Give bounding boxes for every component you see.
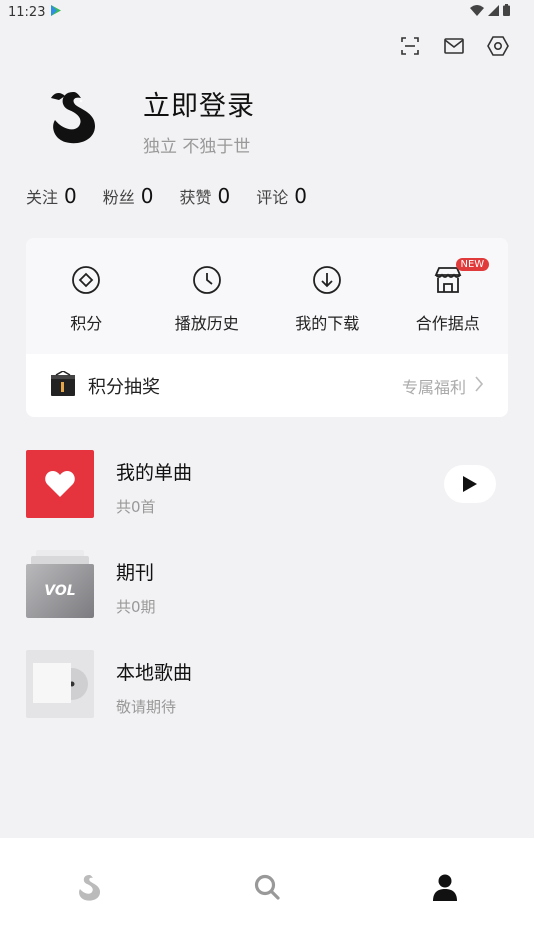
quick-action-label: 合作据点 — [415, 314, 480, 333]
stat-label: 粉丝 — [102, 188, 135, 207]
list-item-subtitle: 共0首 — [116, 498, 156, 516]
quick-action-downloads[interactable]: 我的下载 — [267, 238, 388, 354]
stat-fans[interactable]: 粉丝 0 — [103, 184, 154, 208]
list-item-subtitle: 共0期 — [116, 598, 156, 616]
stat-comments[interactable]: 评论 0 — [256, 184, 307, 208]
mail-icon[interactable] — [442, 34, 466, 58]
stat-value: 0 — [140, 184, 154, 208]
vinyl-record-icon — [33, 663, 88, 703]
quick-action-label: 积分 — [70, 314, 103, 333]
new-badge: NEW — [455, 258, 490, 271]
profile-icon — [433, 874, 457, 901]
quick-action-label: 我的下载 — [295, 314, 360, 333]
bottom-nav — [0, 838, 534, 949]
stat-label: 评论 — [256, 188, 289, 207]
quick-action-partners[interactable]: NEW 合作据点 — [388, 238, 509, 354]
lottery-row[interactable]: 积分抽奖 专属福利 — [26, 354, 508, 417]
battery-icon — [503, 4, 510, 20]
stat-label: 获赞 — [179, 188, 212, 207]
list-item-periodicals[interactable]: VOL 期刊 共0期 — [26, 550, 508, 650]
swan-logo-icon — [51, 92, 95, 144]
list-item-title: 我的单曲 — [116, 462, 193, 484]
stat-label: 关注 — [26, 188, 59, 207]
home-swan-icon — [79, 874, 100, 901]
library-list: 我的单曲 共0首 VOL 期刊 共0期 本地歌曲 敬请期待 — [26, 450, 508, 750]
quick-actions-card: 积分 播放历史 我的下载 NEW 合作据点 积分抽奖 专属福利 — [26, 238, 508, 417]
chevron-right-icon — [474, 375, 484, 396]
vol-label: VOL — [44, 583, 76, 599]
nav-tab-search[interactable] — [178, 838, 356, 949]
lottery-benefit-text: 专属福利 — [401, 377, 466, 397]
nav-tab-home[interactable] — [0, 838, 178, 949]
scan-icon[interactable] — [398, 34, 422, 58]
stats-row: 关注 0 粉丝 0 获赞 0 评论 0 — [26, 184, 307, 208]
slogan-text: 独立 不独于世 — [143, 137, 251, 157]
lottery-label: 积分抽奖 — [88, 376, 160, 398]
play-button[interactable] — [444, 465, 496, 503]
play-store-icon — [51, 4, 62, 20]
stat-value: 0 — [64, 184, 77, 208]
list-item-title: 期刊 — [116, 562, 155, 584]
stat-likes[interactable]: 获赞 0 — [180, 184, 231, 208]
heart-icon — [45, 471, 75, 497]
list-item-title: 本地歌曲 — [116, 662, 193, 684]
download-icon — [311, 264, 343, 296]
gift-box-icon — [50, 369, 76, 401]
top-actions — [398, 34, 510, 58]
quick-action-label: 播放历史 — [174, 314, 239, 333]
search-icon — [254, 874, 280, 900]
status-bar: 11:23 — [0, 0, 534, 24]
quick-action-history[interactable]: 播放历史 — [147, 238, 268, 354]
list-item-local-songs[interactable]: 本地歌曲 敬请期待 — [26, 650, 508, 750]
profile-section: 立即登录 独立 不独于世 — [26, 70, 506, 170]
points-icon — [70, 264, 102, 296]
avatar[interactable] — [26, 70, 120, 164]
singles-thumb — [26, 450, 94, 518]
stat-following[interactable]: 关注 0 — [26, 184, 77, 208]
play-icon — [463, 476, 477, 492]
nav-tab-profile[interactable] — [356, 838, 534, 949]
quick-actions-row: 积分 播放历史 我的下载 NEW 合作据点 — [26, 238, 508, 354]
signal-icon — [488, 4, 499, 20]
stat-value: 0 — [294, 184, 307, 208]
list-item-singles[interactable]: 我的单曲 共0首 — [26, 450, 508, 550]
local-songs-thumb — [26, 650, 94, 718]
wifi-icon — [470, 4, 484, 20]
history-icon — [191, 264, 223, 296]
settings-icon[interactable] — [486, 34, 510, 58]
status-time: 11:23 — [8, 4, 46, 20]
quick-action-points[interactable]: 积分 — [26, 238, 147, 354]
list-item-subtitle: 敬请期待 — [116, 698, 177, 716]
periodicals-thumb: VOL — [26, 550, 94, 618]
stat-value: 0 — [217, 184, 231, 208]
login-link[interactable]: 立即登录 — [143, 84, 255, 123]
